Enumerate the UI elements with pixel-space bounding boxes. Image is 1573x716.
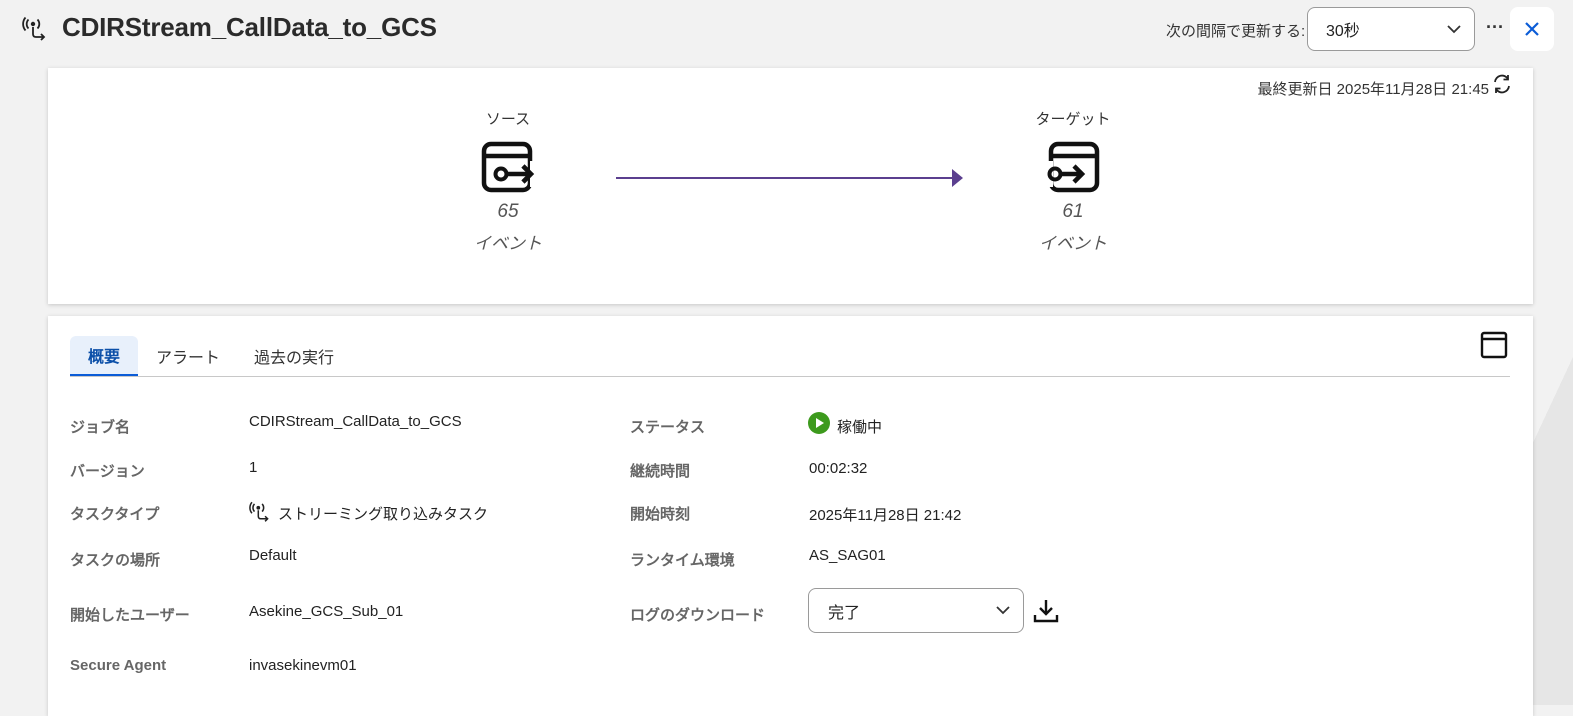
more-options-button[interactable]: ···	[1486, 16, 1504, 42]
job-name-label: ジョブ名	[70, 419, 131, 436]
running-status-icon	[808, 412, 830, 434]
close-icon	[1525, 22, 1539, 36]
start-time-value: 2025年11月28日 21:42	[809, 507, 962, 524]
status-label: ステータス	[630, 419, 706, 436]
target-label: ターゲット	[1035, 111, 1111, 128]
page-header: CDIRStream_CallData_to_GCS 次の間隔で更新する: 30…	[0, 0, 1573, 60]
task-location-label: タスクの場所	[70, 552, 161, 569]
tab-bar: 概要 アラート 過去の実行	[70, 336, 1510, 377]
runtime-env-label: ランタイム環境	[630, 552, 735, 569]
source-event-unit: イベント	[474, 234, 542, 253]
window-icon[interactable]	[1479, 330, 1509, 360]
task-location-value: Default	[249, 547, 297, 564]
refresh-interval-label: 次の間隔で更新する:	[1166, 23, 1306, 40]
status-value: 稼働中	[837, 419, 883, 436]
source-event-count: 65	[497, 201, 519, 222]
target-connection-icon	[1045, 141, 1100, 193]
secure-agent-label: Secure Agent	[70, 657, 167, 674]
job-name-value: CDIRStream_CallData_to_GCS	[249, 413, 462, 430]
last-updated-text: 最終更新日 2025年11月28日 21:45	[1257, 81, 1490, 98]
source-node: ソース 65 イベント	[448, 68, 568, 254]
download-icon[interactable]	[1033, 598, 1059, 624]
job-details-card: 概要 アラート 過去の実行 ジョブ名 CDIRStream_CallData_t…	[48, 316, 1533, 716]
task-type-label: タスクタイプ	[70, 506, 160, 523]
version-label: バージョン	[70, 463, 145, 480]
log-download-select[interactable]: 完了	[808, 588, 1024, 633]
version-value: 1	[249, 459, 258, 476]
page-title: CDIRStream_CallData_to_GCS	[62, 12, 437, 42]
target-event-count: 61	[1062, 201, 1084, 222]
started-by-label: 開始したユーザー	[70, 607, 190, 624]
tab-alerts[interactable]: アラート	[138, 336, 238, 376]
flow-summary-card: 最終更新日 2025年11月28日 21:45 ソース 65 イベント ターゲッ…	[48, 68, 1533, 304]
duration-value: 00:02:32	[809, 460, 868, 477]
runtime-env-value: AS_SAG01	[809, 547, 886, 564]
flow-arrow	[616, 169, 963, 187]
streaming-ingestion-icon	[249, 501, 269, 522]
task-type-value: ストリーミング取り込みタスク	[278, 506, 489, 523]
tab-past-runs[interactable]: 過去の実行	[236, 336, 352, 376]
refresh-interval-value: 30秒	[1326, 23, 1360, 40]
tab-overview[interactable]: 概要	[70, 336, 139, 376]
secure-agent-value: invasekinevm01	[249, 657, 357, 674]
source-connection-icon	[481, 141, 536, 193]
chevron-down-icon	[1447, 25, 1461, 34]
refresh-icon[interactable]	[1491, 73, 1513, 95]
log-download-value: 完了	[828, 604, 861, 622]
source-label: ソース	[485, 111, 531, 128]
streaming-ingestion-icon	[22, 16, 46, 41]
started-by-value: Asekine_GCS_Sub_01	[249, 603, 404, 620]
refresh-interval-select[interactable]: 30秒	[1307, 7, 1475, 51]
target-event-unit: イベント	[1039, 234, 1107, 253]
chevron-down-icon	[996, 606, 1010, 615]
duration-label: 継続時間	[630, 463, 691, 480]
log-download-label: ログのダウンロード	[630, 607, 766, 624]
close-button[interactable]	[1510, 7, 1554, 51]
start-time-label: 開始時刻	[630, 506, 691, 523]
target-node: ターゲット 61 イベント	[1013, 68, 1133, 254]
